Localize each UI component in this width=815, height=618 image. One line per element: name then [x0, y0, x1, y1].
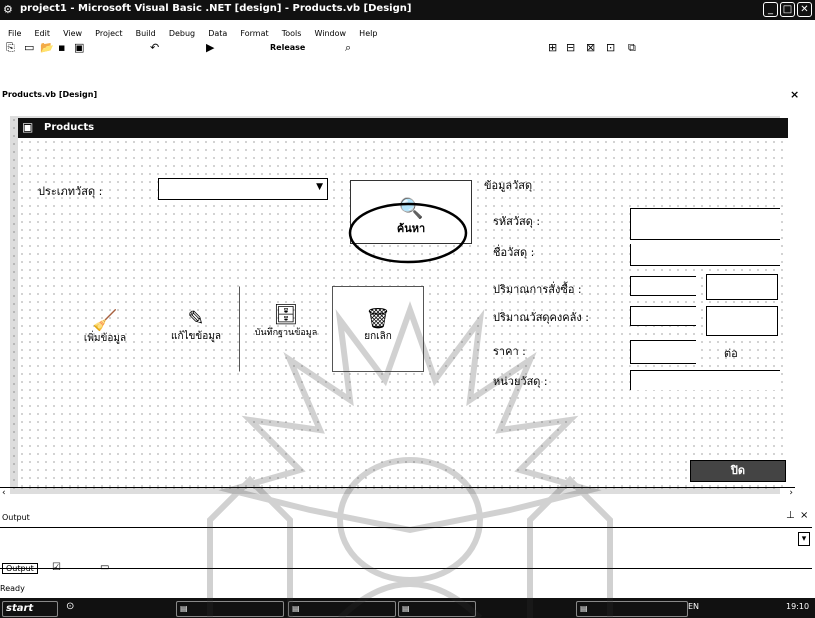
- add-item-icon[interactable]: ▭: [24, 42, 34, 53]
- type-combo[interactable]: ▼: [158, 178, 328, 200]
- info-header: ข้อมูลวัสดุ: [484, 179, 533, 192]
- close-form-button[interactable]: ปิด: [690, 460, 786, 482]
- scroll-right-icon[interactable]: ›: [789, 488, 793, 498]
- unit-suffix: ต่อ: [724, 347, 738, 360]
- new-project-icon[interactable]: ⎘: [6, 42, 15, 53]
- stock-unit-box[interactable]: [706, 306, 778, 336]
- broom-icon: 🧹: [92, 308, 118, 332]
- maximize-button[interactable]: □: [780, 2, 795, 17]
- document-tab-strip: Products.vb [Design] ×: [0, 88, 799, 102]
- title-bar: ⚙ project1 - Microsoft Visual Basic .NET…: [0, 0, 815, 20]
- highlight-ellipse: [348, 202, 468, 264]
- undo-icon[interactable]: ↶: [150, 42, 159, 53]
- field-label-order-qty: ปริมาณการสั่งซื้อ :: [493, 283, 582, 296]
- language-indicator[interactable]: EN: [688, 602, 699, 611]
- add-data-button[interactable]: 🧹 เพิ่มข้อมูล: [60, 292, 150, 372]
- university-watermark: [207, 301, 613, 618]
- tab-output[interactable]: Output: [2, 563, 38, 574]
- field-label-name: ชื่อวัสดุ :: [493, 246, 535, 259]
- toolbar: ⎘ ▭ 📂 ▪ ▣ ↶ ▶ Release ⌕ ⊞ ⊟ ⊠ ⊡ ⧉: [0, 36, 815, 58]
- field-label-code: รหัสวัสดุ :: [493, 215, 541, 228]
- form-icon: ▣: [22, 120, 34, 134]
- form-title-bar[interactable]: ▣ Products: [18, 118, 788, 138]
- close-output-icon[interactable]: ×: [800, 510, 808, 521]
- save-all-icon[interactable]: ▣: [74, 42, 84, 53]
- grid-icon[interactable]: ⊠: [586, 42, 595, 53]
- task-list-icon[interactable]: ☑: [52, 562, 61, 573]
- config-select[interactable]: Release: [270, 42, 305, 53]
- form-title: Products: [44, 122, 95, 133]
- status-text: Ready: [0, 584, 25, 593]
- window-title: project1 - Microsoft Visual Basic .NET […: [20, 3, 412, 14]
- name-input[interactable]: [630, 244, 780, 266]
- pin-icon[interactable]: ⊥: [786, 510, 795, 521]
- order-unit-box[interactable]: [706, 274, 778, 300]
- start-icon[interactable]: ▶: [206, 42, 214, 53]
- clock: 19:10: [786, 602, 810, 611]
- save-icon[interactable]: ▪: [58, 42, 65, 53]
- start-button[interactable]: start: [2, 601, 58, 617]
- vb-app-icon: ⚙: [3, 3, 13, 16]
- find-icon[interactable]: ⌕: [345, 42, 351, 53]
- menu-bar: File Edit View Project Build Debug Data …: [0, 21, 815, 38]
- align-icon[interactable]: ⊟: [566, 42, 575, 53]
- open-icon[interactable]: 📂: [40, 42, 54, 53]
- quicklaunch-icon[interactable]: ⊙: [66, 601, 74, 612]
- tab-order-icon[interactable]: ⧉: [628, 42, 636, 53]
- command-icon[interactable]: ▭: [100, 562, 109, 573]
- output-dropdown-icon[interactable]: ▾: [798, 532, 810, 546]
- scroll-left-icon[interactable]: ‹: [2, 488, 6, 498]
- type-label: ประเภทวัสดุ :: [38, 185, 103, 198]
- chevron-down-icon: ▼: [316, 182, 323, 192]
- tab-products-design[interactable]: Products.vb [Design]: [2, 90, 97, 99]
- add-data-label: เพิ่มข้อมูล: [83, 333, 127, 344]
- close-button[interactable]: ✕: [797, 2, 812, 17]
- order-icon[interactable]: ⊡: [606, 42, 615, 53]
- order-qty-input[interactable]: [630, 276, 696, 296]
- close-doc-icon[interactable]: ×: [790, 88, 799, 101]
- layout-icon[interactable]: ⊞: [548, 42, 557, 53]
- minimize-button[interactable]: _: [763, 2, 778, 17]
- code-input[interactable]: [630, 208, 780, 240]
- output-title: Output: [2, 513, 30, 522]
